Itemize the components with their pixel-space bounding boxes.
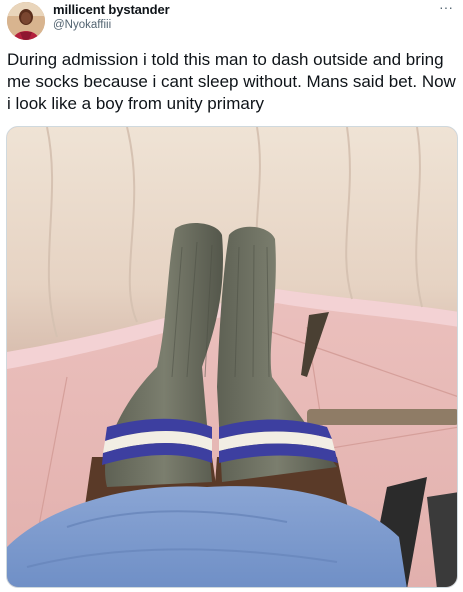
tweet-text: During admission i told this man to dash… <box>7 50 456 113</box>
tweet: millicent bystander @Nyokaffiii ··· Duri… <box>0 0 463 592</box>
more-horizontal-icon[interactable]: ··· <box>439 0 453 14</box>
author-name[interactable]: millicent bystander <box>53 2 170 17</box>
tweet-photo[interactable] <box>6 126 458 588</box>
photo-illustration <box>7 127 457 587</box>
author-avatar[interactable] <box>7 2 45 40</box>
author-handle[interactable]: @Nyokaffiii <box>53 19 111 31</box>
